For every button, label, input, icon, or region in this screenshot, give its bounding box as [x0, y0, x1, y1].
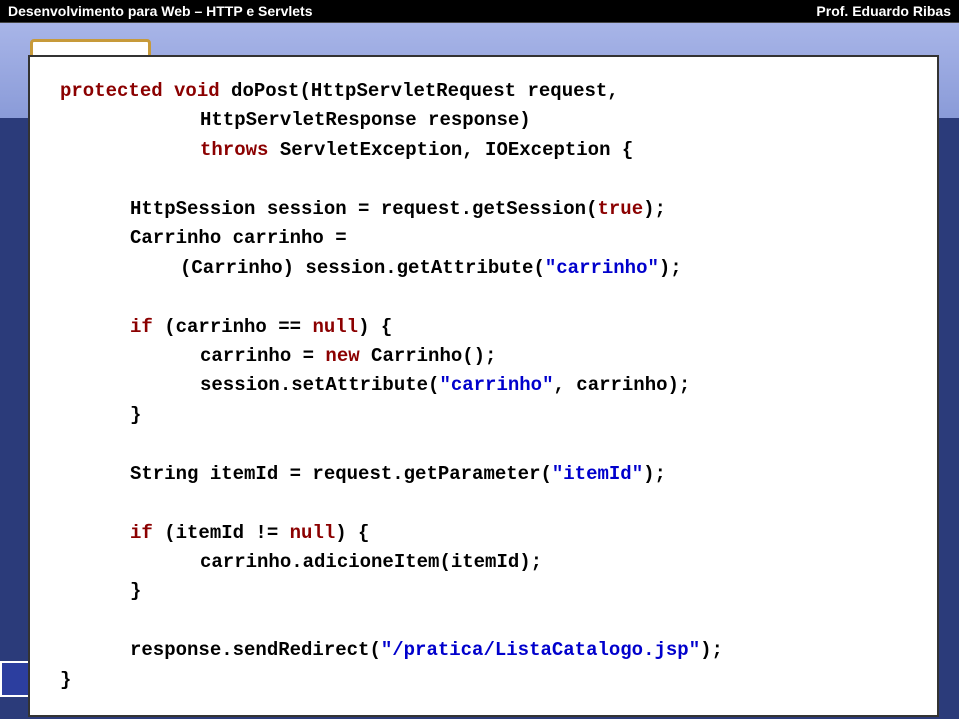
code-blank [60, 165, 907, 194]
code-line: HttpSession session = request.getSession… [130, 195, 907, 224]
code-line: } [130, 401, 907, 430]
code-line: String itemId = request.getParameter("it… [130, 460, 907, 489]
code-line: if (itemId != null) { [130, 519, 907, 548]
code-line: } [60, 666, 907, 695]
code-line: Carrinho carrinho = [130, 224, 907, 253]
header-right: Prof. Eduardo Ribas [816, 3, 951, 19]
code-line: protected void doPost(HttpServletRequest… [60, 77, 907, 106]
header-left: Desenvolvimento para Web – HTTP e Servle… [8, 3, 313, 19]
code-blank [60, 430, 907, 459]
code-blank [60, 489, 907, 518]
code-blank [60, 283, 907, 312]
code-blank [60, 607, 907, 636]
code-line: session.setAttribute("carrinho", carrinh… [200, 371, 907, 400]
code-panel: protected void doPost(HttpServletRequest… [28, 55, 939, 717]
code-line: } [130, 577, 907, 606]
code-line: carrinho = new Carrinho(); [200, 342, 907, 371]
code-line: throws ServletException, IOException { [200, 136, 907, 165]
code-line: HttpServletResponse response) [200, 106, 907, 135]
code-line: (Carrinho) session.getAttribute("carrinh… [180, 254, 907, 283]
code-line: carrinho.adicioneItem(itemId); [200, 548, 907, 577]
code-line: response.sendRedirect("/pratica/ListaCat… [130, 636, 907, 665]
header-bar: Desenvolvimento para Web – HTTP e Servle… [0, 0, 959, 23]
code-line: if (carrinho == null) { [130, 313, 907, 342]
